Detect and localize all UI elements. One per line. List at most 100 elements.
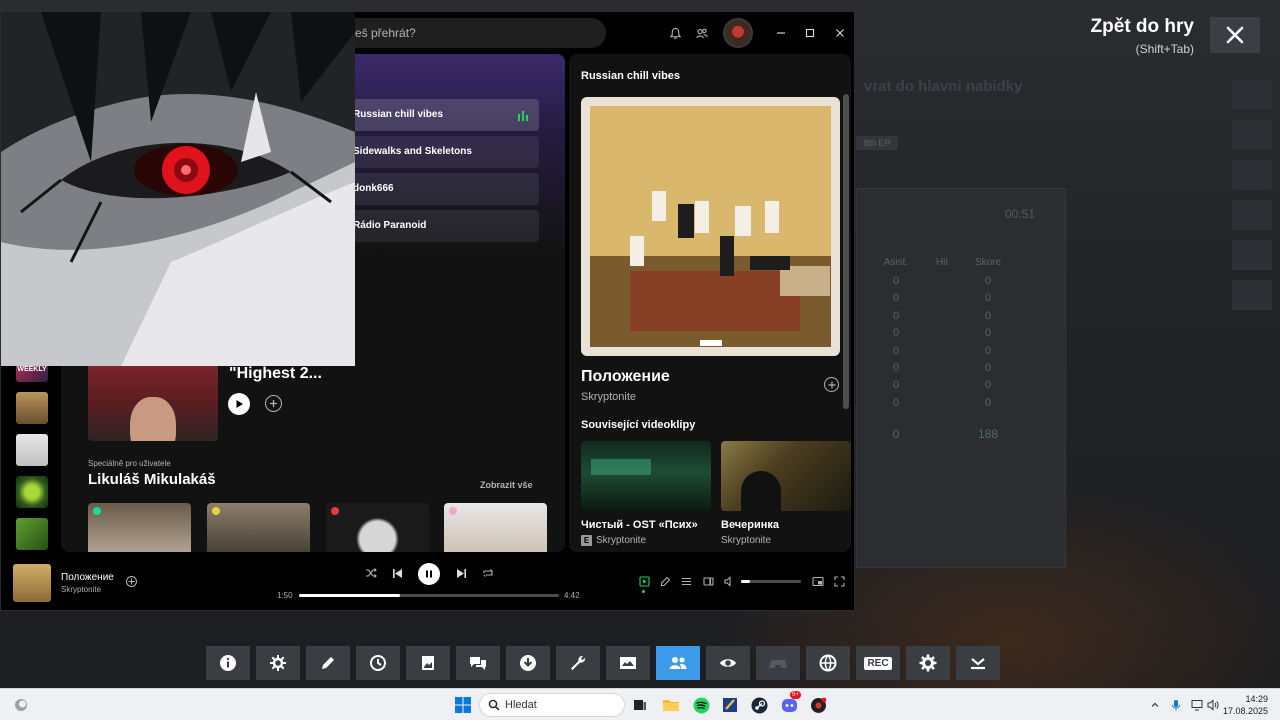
taskbar-app-steam[interactable] xyxy=(748,694,770,716)
device-icon xyxy=(702,576,714,586)
playlist-shortcut-radio-paranoid[interactable]: Rádio Paranoid xyxy=(345,210,539,242)
discord-icon xyxy=(781,698,797,712)
taskbar-app-file-explorer[interactable] xyxy=(660,694,682,716)
section-title[interactable]: Likuláš Mikulakáš xyxy=(88,471,216,488)
library-item[interactable] xyxy=(16,434,48,466)
taskbar-app-overlay[interactable] xyxy=(807,694,829,716)
queue-button[interactable] xyxy=(679,574,693,588)
tray-microphone-button[interactable] xyxy=(1169,698,1183,712)
playlist-shortcut-donk666[interactable]: donk666 xyxy=(345,173,539,205)
queue-icon xyxy=(681,577,691,585)
now-playing-panel: Russian chill vibes Положение Skryptonit… xyxy=(569,54,851,552)
taskbar-app-task-view[interactable] xyxy=(629,694,651,716)
previous-button[interactable] xyxy=(389,565,405,581)
minimize-overlay-button[interactable] xyxy=(956,646,1000,680)
taskbar-clock[interactable]: 14:29 17.08.2025 xyxy=(1223,693,1268,717)
player-track-title[interactable]: Положение xyxy=(61,572,114,583)
library-item[interactable] xyxy=(16,518,48,550)
overlay-toolbar: REC xyxy=(206,646,1000,680)
rec-icon: REC xyxy=(864,656,892,670)
taskbar-app-editor[interactable] xyxy=(719,694,741,716)
now-playing-cover-art[interactable] xyxy=(581,97,840,356)
miniplayer-button[interactable] xyxy=(811,574,825,588)
fullscreen-button[interactable] xyxy=(832,574,846,588)
panel-scrollbar[interactable] xyxy=(843,94,849,409)
user-avatar[interactable] xyxy=(723,18,753,48)
notifications-button[interactable] xyxy=(666,24,684,42)
playlist-shortcut-sidewalks-and-skeletons[interactable]: Sidewalks and Skeletons xyxy=(345,136,539,168)
show-all-link[interactable]: Zobrazit vše xyxy=(480,480,533,490)
chat-button[interactable] xyxy=(456,646,500,680)
game-cell: 0 xyxy=(984,275,992,287)
playlist-shortcut-russian-chill-vibes[interactable]: Russian chill vibes xyxy=(345,99,539,131)
record-button[interactable]: REC xyxy=(856,646,900,680)
shuffle-button[interactable] xyxy=(363,565,379,581)
close-overlay-button[interactable] xyxy=(1210,17,1260,53)
miniplayer-icon xyxy=(812,576,824,586)
taskbar-app-discord[interactable]: 9+ xyxy=(778,691,801,716)
taskbar-search-input[interactable]: Hledat xyxy=(479,693,625,717)
taskbar-app-spotify[interactable] xyxy=(690,694,712,716)
tray-network-button[interactable] xyxy=(1190,698,1204,712)
history-button[interactable] xyxy=(356,646,400,680)
game-scoreboard-header: Asist. Hit Skore xyxy=(873,257,1065,268)
hero-add-button[interactable] xyxy=(265,395,282,412)
related-video-card[interactable]: Вечеринка Skryptonite xyxy=(721,441,851,546)
volume-slider[interactable] xyxy=(741,580,801,583)
close-icon xyxy=(1226,26,1244,44)
monitor-network-icon xyxy=(1191,700,1202,711)
steam-icon xyxy=(751,697,767,713)
volume-button[interactable] xyxy=(722,574,736,588)
search-input[interactable]: eš přehrát? xyxy=(321,18,606,48)
spotify-icon xyxy=(693,697,709,713)
tray-overflow-button[interactable] xyxy=(1148,698,1162,712)
game-row: 00 xyxy=(873,345,1065,362)
now-playing-view-button[interactable] xyxy=(637,574,651,588)
speaker-icon xyxy=(1207,699,1219,711)
draw-button[interactable] xyxy=(306,646,350,680)
back-to-game[interactable]: Zpět do hry (Shift+Tab) xyxy=(1091,16,1194,56)
mix-card[interactable] xyxy=(444,503,547,552)
cover-photo xyxy=(590,106,831,347)
start-button[interactable] xyxy=(452,694,474,716)
download-button[interactable] xyxy=(506,646,550,680)
now-playing-add-button[interactable] xyxy=(824,377,839,392)
now-playing-artist[interactable]: Skryptonite xyxy=(581,391,636,403)
tools-button[interactable] xyxy=(556,646,600,680)
next-button[interactable] xyxy=(453,565,469,581)
library-item[interactable] xyxy=(16,476,48,508)
view-button[interactable] xyxy=(706,646,750,680)
minimize-button[interactable] xyxy=(772,24,790,42)
now-playing-song-title[interactable]: Положение xyxy=(581,368,670,386)
pause-button[interactable] xyxy=(418,563,440,585)
lyrics-button[interactable] xyxy=(658,574,672,588)
playback-progress-bar[interactable] xyxy=(299,594,559,597)
tray-volume-button[interactable] xyxy=(1206,698,1220,712)
player-add-button[interactable] xyxy=(126,576,137,587)
friend-activity-button[interactable] xyxy=(693,24,711,42)
related-video-artist-row: Skryptonite xyxy=(721,535,851,546)
widgets-button[interactable] xyxy=(10,694,32,716)
connect-device-button[interactable] xyxy=(701,574,715,588)
maximize-button[interactable] xyxy=(801,24,819,42)
repeat-button[interactable] xyxy=(480,565,496,581)
hero-play-button[interactable] xyxy=(228,393,250,415)
controller-button[interactable] xyxy=(756,646,800,680)
screenshot-button[interactable] xyxy=(406,646,450,680)
window-close-button[interactable] xyxy=(831,24,849,42)
now-playing-playlist-title[interactable]: Russian chill vibes xyxy=(581,70,680,82)
related-video-card[interactable]: Чистый - OST «Псих» E Skryptonite xyxy=(581,441,711,546)
browser-button[interactable] xyxy=(806,646,850,680)
mix-card[interactable] xyxy=(326,503,429,552)
media-button[interactable] xyxy=(606,646,650,680)
friends-button[interactable] xyxy=(656,646,700,680)
now-playing-view-icon xyxy=(638,575,650,587)
mix-card[interactable] xyxy=(207,503,310,552)
player-track-artist[interactable]: Skryptonite xyxy=(61,585,101,594)
library-item[interactable] xyxy=(16,392,48,424)
info-button[interactable] xyxy=(206,646,250,680)
player-album-art[interactable] xyxy=(13,564,51,602)
settings-button[interactable] xyxy=(906,646,950,680)
mix-card[interactable] xyxy=(88,503,191,552)
performance-button[interactable] xyxy=(256,646,300,680)
